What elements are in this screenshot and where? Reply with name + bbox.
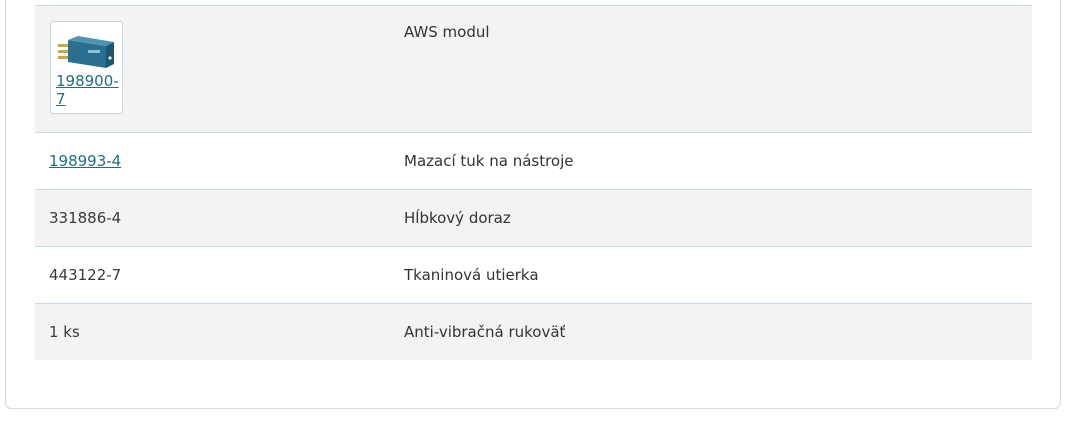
product-description: AWS modul (404, 23, 490, 41)
table-row: 198900-7 AWS modul (35, 6, 1032, 133)
product-thumbnail-link[interactable]: 198900-7 (50, 21, 123, 114)
table-row: 331886-4 Hĺbkový doraz (35, 190, 1032, 247)
product-description: Mazací tuk na nástroje (404, 152, 574, 170)
product-description: Anti-vibračná rukoväť (404, 323, 566, 341)
product-quantity: 1 ks (49, 323, 80, 341)
product-code: 331886-4 (49, 209, 122, 227)
product-code-link[interactable]: 198900-7 (56, 72, 122, 108)
accessories-table: 198900-7 AWS modul 198993-4 Mazací tuk n… (35, 5, 1032, 360)
table-row: 198993-4 Mazací tuk na nástroje (35, 133, 1032, 190)
product-description: Hĺbkový doraz (404, 209, 511, 227)
product-description: Tkaninová utierka (404, 266, 539, 284)
table-row: 1 ks Anti-vibračná rukoväť (35, 304, 1032, 360)
product-code: 443122-7 (49, 266, 122, 284)
table-row: 443122-7 Tkaninová utierka (35, 247, 1032, 304)
product-code-link[interactable]: 198993-4 (49, 152, 121, 170)
